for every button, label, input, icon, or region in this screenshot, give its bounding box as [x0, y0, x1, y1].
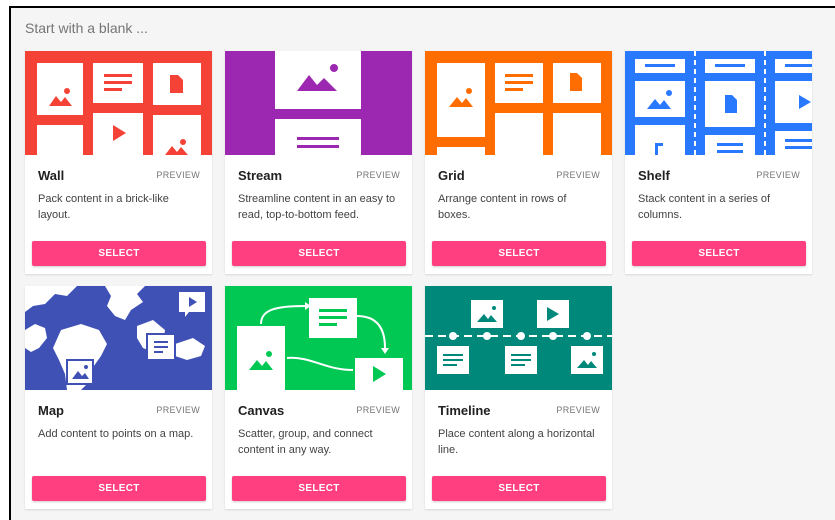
- layout-description: Streamline content in an easy to read, t…: [238, 193, 396, 221]
- layout-name: Map: [38, 403, 64, 418]
- layout-card-wall[interactable]: Wall PREVIEW Pack content in a brick-lik…: [25, 51, 212, 274]
- select-button-canvas[interactable]: SELECT: [232, 476, 406, 501]
- layout-name: Stream: [238, 168, 283, 183]
- preview-link[interactable]: PREVIEW: [156, 405, 200, 415]
- preview-link[interactable]: PREVIEW: [156, 170, 200, 180]
- layout-name: Timeline: [438, 403, 491, 418]
- layout-name: Wall: [38, 168, 65, 183]
- map-layout-icon: [25, 286, 212, 390]
- layout-description: Add content to points on a map.: [38, 428, 194, 440]
- wall-layout-icon: [25, 51, 212, 155]
- stream-layout-icon: [225, 51, 412, 155]
- select-button-timeline[interactable]: SELECT: [432, 476, 606, 501]
- shelf-layout-icon: [625, 51, 812, 155]
- layout-description: Arrange content in rows of boxes.: [438, 193, 567, 221]
- layout-name: Grid: [438, 168, 465, 183]
- canvas-layout-icon: [225, 286, 412, 390]
- layout-description: Stack content in a series of columns.: [638, 193, 771, 221]
- select-button-map[interactable]: SELECT: [32, 476, 206, 501]
- layout-description: Place content along a horizontal line.: [438, 428, 595, 456]
- preview-link[interactable]: PREVIEW: [556, 170, 600, 180]
- layout-description: Pack content in a brick-like layout.: [38, 193, 169, 221]
- preview-link[interactable]: PREVIEW: [556, 405, 600, 415]
- select-button-grid[interactable]: SELECT: [432, 241, 606, 266]
- select-button-stream[interactable]: SELECT: [232, 241, 406, 266]
- grid-layout-icon: [425, 51, 612, 155]
- layout-name: Shelf: [638, 168, 670, 183]
- layout-card-shelf[interactable]: Shelf PREVIEW Stack content in a series …: [625, 51, 812, 274]
- preview-link[interactable]: PREVIEW: [756, 170, 800, 180]
- section-heading: Start with a blank ...: [25, 20, 148, 36]
- layout-card-timeline[interactable]: Timeline PREVIEW Place content along a h…: [425, 286, 612, 509]
- layout-description: Scatter, group, and connect content in a…: [238, 428, 373, 456]
- layout-name: Canvas: [238, 403, 285, 418]
- preview-link[interactable]: PREVIEW: [356, 405, 400, 415]
- layout-card-canvas[interactable]: Canvas PREVIEW Scatter, group, and conne…: [225, 286, 412, 509]
- layout-card-grid[interactable]: Grid PREVIEW Arrange content in rows of …: [425, 51, 612, 274]
- layout-card-stream[interactable]: Stream PREVIEW Streamline content in an …: [225, 51, 412, 274]
- layout-picker-panel: Start with a blank ... Wall PREVIEW Pack…: [9, 6, 835, 520]
- layout-card-map[interactable]: Map PREVIEW Add content to points on a m…: [25, 286, 212, 509]
- preview-link[interactable]: PREVIEW: [356, 170, 400, 180]
- timeline-layout-icon: [425, 286, 612, 390]
- select-button-wall[interactable]: SELECT: [32, 241, 206, 266]
- select-button-shelf[interactable]: SELECT: [632, 241, 806, 266]
